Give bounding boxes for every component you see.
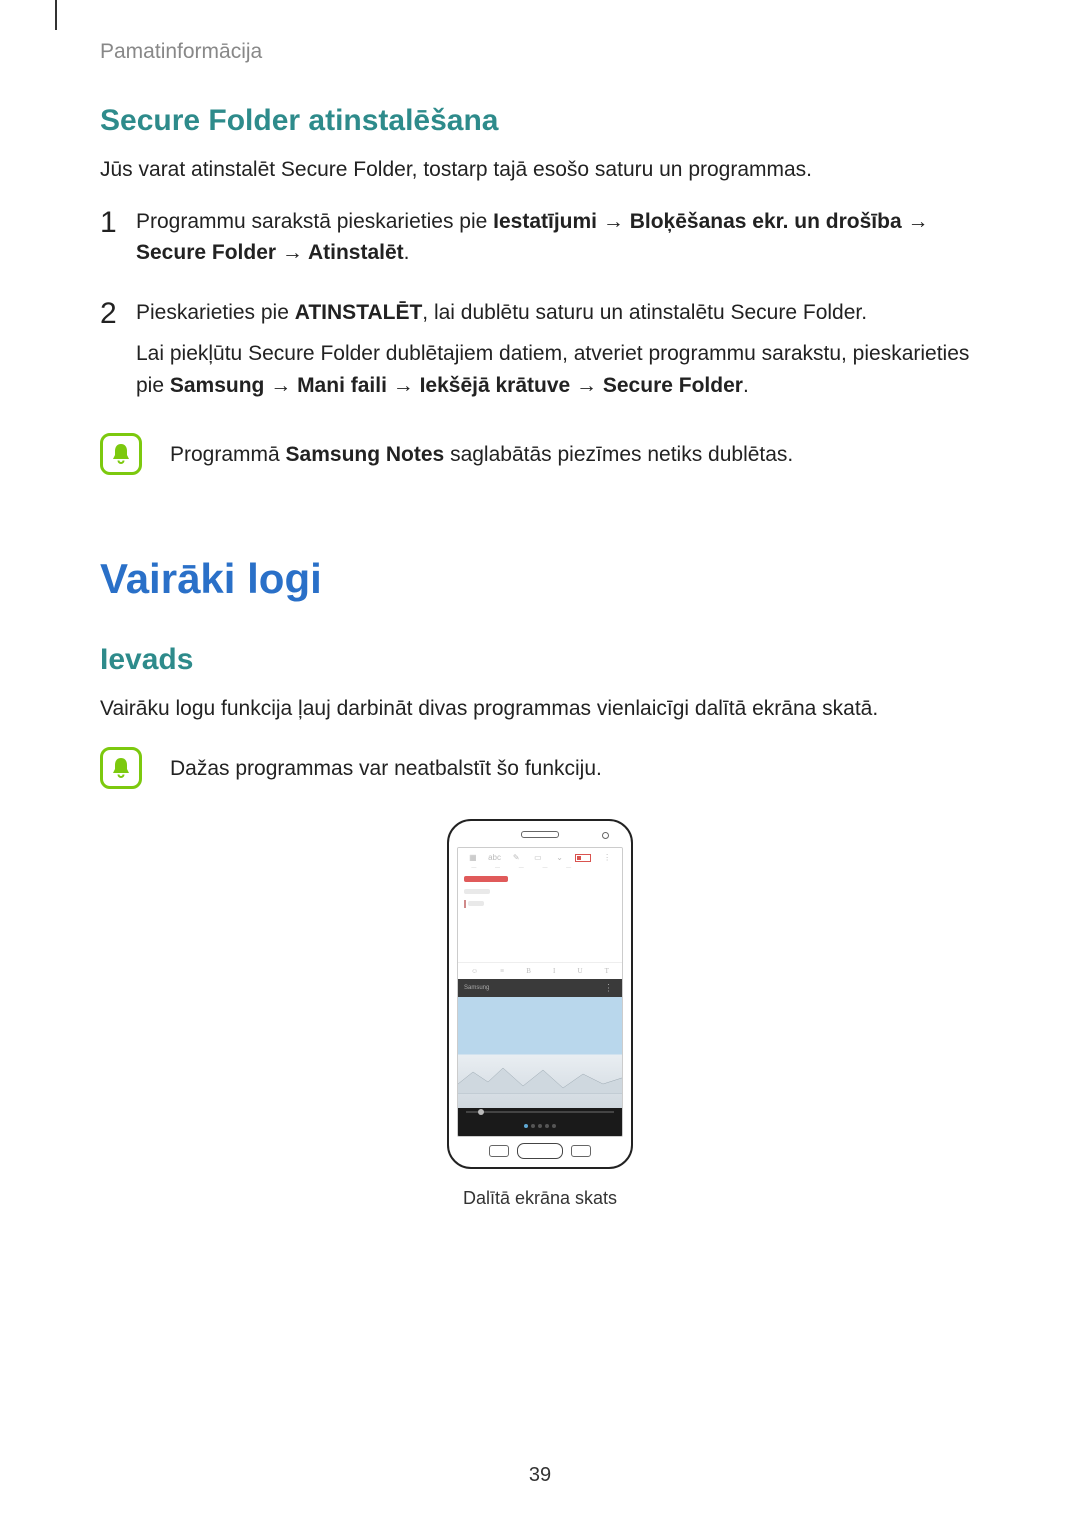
- phone-home-button: [517, 1143, 563, 1159]
- italic-icon: I: [553, 967, 555, 975]
- page-number: 39: [0, 1464, 1080, 1487]
- note-text: Programmā Samsung Notes saglabātās piezī…: [170, 433, 793, 471]
- format-toolbar: ☺ ≡ B I U T: [458, 962, 622, 979]
- note-block: Programmā Samsung Notes saglabātās piezī…: [100, 433, 980, 475]
- top-sublabels: — — — — —: [458, 865, 622, 874]
- step-2-line2: Lai piekļūtu Secure Folder dublētajiem d…: [136, 338, 980, 401]
- step-number: 2: [100, 297, 136, 330]
- mountain-icon: [458, 1064, 623, 1094]
- phone-illustration-wrap: ▦ abc ✎ ▭ ⌄ ⋮ — — — — —: [100, 819, 980, 1209]
- pagination-bar: [458, 1116, 622, 1136]
- text-line: [464, 889, 490, 894]
- step-1-text: Programmu sarakstā pieskarieties pie Ies…: [136, 206, 980, 269]
- split-divider: Samsung ⋮: [458, 979, 622, 997]
- progress-track: [466, 1111, 614, 1113]
- page-corner-mark: [55, 0, 57, 30]
- sublabel: —: [566, 865, 571, 871]
- split-top-app: ▦ abc ✎ ▭ ⌄ ⋮ — — — — —: [458, 848, 622, 980]
- sublabel: —: [519, 865, 524, 871]
- step-2-line1: Pieskarieties pie ATINSTALĒT, lai dublēt…: [136, 297, 980, 329]
- bell-icon: [100, 747, 142, 789]
- sublabel: —: [542, 865, 547, 871]
- progress-knob: [478, 1109, 484, 1115]
- cursor-line: [464, 900, 616, 908]
- clipboard-icon: ▭: [532, 853, 544, 863]
- section-heading-secure-folder: Secure Folder atinstalēšana: [100, 104, 980, 138]
- pen-icon: ✎: [510, 853, 522, 863]
- phone-speaker: [521, 831, 559, 838]
- grid-icon: ▦: [467, 853, 479, 863]
- section-heading-intro: Ievads: [100, 643, 980, 677]
- text-line: [468, 901, 484, 906]
- bold-icon: B: [526, 967, 531, 975]
- progress-bar: [458, 1108, 622, 1116]
- split-bottom-app: [458, 997, 622, 1135]
- dot: [552, 1124, 556, 1128]
- step-body: Pieskarieties pie ATINSTALĒT, lai dublēt…: [136, 297, 980, 412]
- note-block-2: Dažas programmas var neatbalstīt šo funk…: [100, 747, 980, 789]
- dot: [531, 1124, 535, 1128]
- top-toolbar: ▦ abc ✎ ▭ ⌄ ⋮: [458, 848, 622, 865]
- list-icon: ≡: [500, 967, 504, 975]
- document-page: Pamatinformācija Secure Folder atinstalē…: [0, 0, 1080, 1527]
- phone-illustration: ▦ abc ✎ ▭ ⌄ ⋮ — — — — —: [447, 819, 633, 1169]
- underline-icon: U: [577, 967, 582, 975]
- phone-screen: ▦ abc ✎ ▭ ⌄ ⋮ — — — — —: [457, 847, 623, 1137]
- phone-back-button: [571, 1145, 591, 1157]
- pagination-dots: [524, 1124, 556, 1128]
- sublabel: —: [471, 865, 476, 871]
- step-number: 1: [100, 206, 136, 239]
- note-text-2: Dažas programmas var neatbalstīt šo funk…: [170, 747, 602, 785]
- mic-icon: ⌄: [554, 853, 566, 863]
- breadcrumb: Pamatinformācija: [100, 40, 980, 64]
- text-icon: abc: [489, 853, 501, 863]
- section-title-multiwindow: Vairāki logi: [100, 555, 980, 603]
- bell-icon: [100, 433, 142, 475]
- battery-icon: [575, 854, 591, 862]
- illustration-caption: Dalītā ekrāna skats: [100, 1188, 980, 1209]
- title-bar: [464, 876, 508, 882]
- step-body: Programmu sarakstā pieskarieties pie Ies…: [136, 206, 980, 279]
- text-caret: [464, 900, 466, 908]
- sublabel: —: [495, 865, 500, 871]
- divider-label: Samsung: [464, 985, 489, 991]
- gallery-photo: [458, 997, 622, 1107]
- textcolor-icon: T: [605, 967, 609, 975]
- more-icon: ⋮: [604, 983, 614, 994]
- phone-camera: [602, 832, 609, 839]
- more-icon: ⋮: [601, 853, 613, 863]
- emoji-icon: ☺: [471, 967, 478, 975]
- dot-active: [524, 1124, 528, 1128]
- intro-text-2: Vairāku logu funkcija ļauj darbināt diva…: [100, 693, 980, 725]
- intro-text: Jūs varat atinstalēt Secure Folder, tost…: [100, 154, 980, 186]
- phone-recent-button: [489, 1145, 509, 1157]
- step-1: 1 Programmu sarakstā pieskarieties pie I…: [100, 206, 980, 279]
- dot: [545, 1124, 549, 1128]
- dot: [538, 1124, 542, 1128]
- step-2: 2 Pieskarieties pie ATINSTALĒT, lai dubl…: [100, 297, 980, 412]
